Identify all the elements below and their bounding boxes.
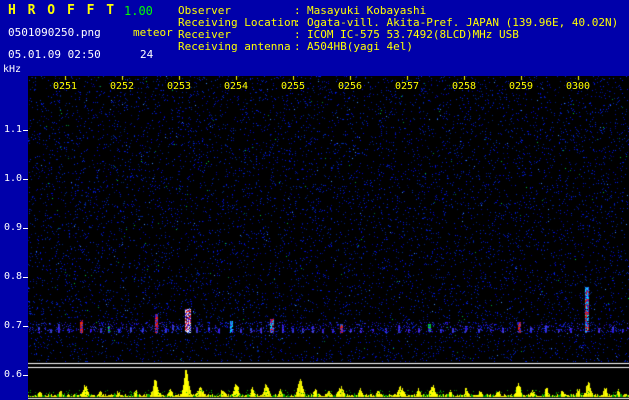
hrofft-output: H R O F F T 1.00 0501090250.png meteor 0… <box>0 0 629 400</box>
freq-tick-label: 0.6 <box>3 369 22 380</box>
app-title: H R O F F T <box>8 3 117 18</box>
freq-tick-label: 0.8 <box>3 271 22 282</box>
app-version: 1.00 <box>124 4 153 18</box>
freq-tick-label: 0.9 <box>3 222 22 233</box>
time-tick-label: 0256 <box>337 81 363 92</box>
freq-tick-label: 0.7 <box>3 320 22 331</box>
time-tick-label: 0259 <box>508 81 534 92</box>
spectrogram-canvas <box>28 76 629 400</box>
time-tick-label: 0300 <box>565 81 591 92</box>
time-tick-label: 0255 <box>280 81 306 92</box>
time-tick-label: 0257 <box>394 81 420 92</box>
freq-tick-label: 1.1 <box>3 124 22 135</box>
station-info-label: Receiving antenna <box>178 40 291 53</box>
datetime-label: 05.01.09 02:50 <box>8 48 101 61</box>
spectrogram-plot: 0251 0252 0253 0254 0255 0256 0257 0258 0259 0300 <box>28 76 629 400</box>
time-tick-label: 0251 <box>52 81 78 92</box>
echo-count: 24 <box>140 48 154 61</box>
station-info-colon: : <box>294 40 301 53</box>
time-tick-label: 0258 <box>451 81 477 92</box>
station-info-value: A504HB(yagi 4el) <box>307 40 413 53</box>
freq-unit-label: kHz <box>3 64 22 75</box>
station-info-row: Receiving antenna: A504HB(yagi 4el) <box>178 41 618 53</box>
station-info: Observer: Masayuki Kobayashi Receiving Loc… <box>178 5 618 53</box>
time-tick-label: 0252 <box>109 81 135 92</box>
mode-label: meteor <box>133 26 173 39</box>
time-tick-label: 0253 <box>166 81 192 92</box>
output-filename: 0501090250.png <box>8 26 101 39</box>
time-tick-label: 0254 <box>223 81 249 92</box>
freq-tick-label: 1.0 <box>3 173 22 184</box>
